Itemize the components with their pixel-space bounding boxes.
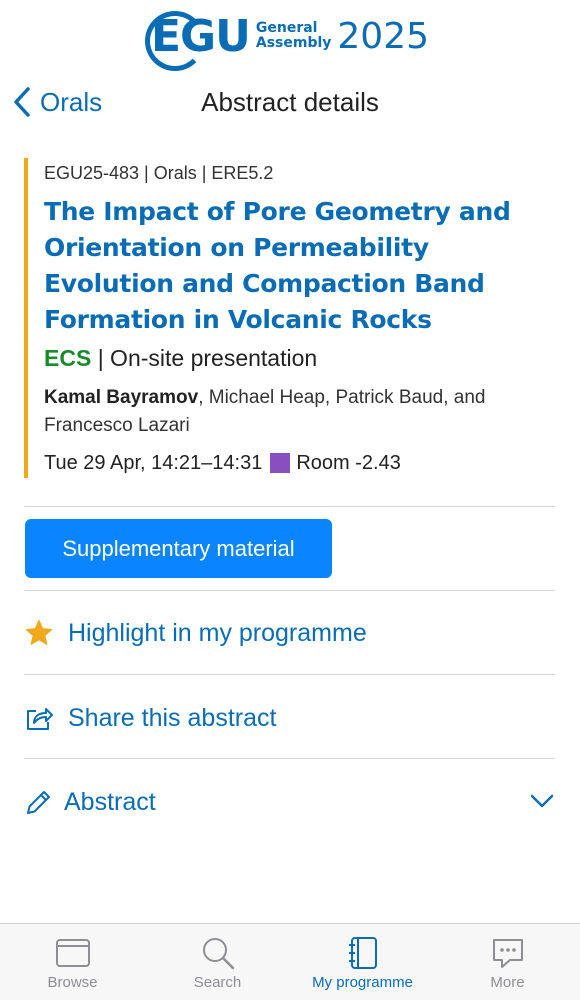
- tab-my-programme[interactable]: My programme: [290, 924, 435, 1000]
- tab-label: Browse: [47, 974, 98, 991]
- highlight-label: Highlight in my programme: [68, 618, 367, 647]
- highlight-button[interactable]: Highlight in my programme: [24, 603, 555, 663]
- ecs-badge: ECS: [44, 345, 92, 371]
- divider: [24, 674, 555, 675]
- divider: [24, 506, 555, 507]
- abstract-label: Abstract: [64, 787, 156, 816]
- presentation-label: | On-site presentation: [97, 345, 318, 371]
- abstract-meta: EGU25-483 | Orals | ERE5.2: [44, 163, 274, 183]
- tab-more[interactable]: More: [435, 924, 580, 1000]
- room-color-swatch: [270, 453, 291, 473]
- lead-author: Kamal Bayramov: [44, 387, 199, 408]
- logo-egu-text: EGU: [144, 10, 251, 71]
- share-label: Share this abstract: [68, 703, 277, 732]
- star-icon: [24, 618, 54, 648]
- logo-ring-icon: [144, 10, 205, 71]
- time-label: Tue 29 Apr, 14:21–14:31: [44, 452, 263, 474]
- supplementary-material-button[interactable]: Supplementary material: [25, 519, 332, 578]
- room-label: Room -2.43: [296, 452, 401, 474]
- egu-logo: EGU General Assembly 2025: [0, 2, 580, 71]
- tab-search[interactable]: Search: [145, 924, 290, 1000]
- share-button[interactable]: Share this abstract: [24, 688, 555, 748]
- chevron-down-icon: [530, 794, 554, 808]
- tab-label: More: [490, 974, 525, 991]
- divider: [24, 590, 555, 591]
- browser-window-icon: [55, 939, 90, 967]
- chat-bubble-icon: [492, 939, 523, 968]
- pencil-icon: [24, 787, 54, 817]
- logo-subtitle: General Assembly: [255, 20, 332, 51]
- notebook-icon: [348, 937, 377, 969]
- back-label: Orals: [40, 86, 103, 117]
- abstract-info: EGU25-483 | Orals | ERE5.2 The Impact of…: [24, 158, 554, 478]
- logo-year: 2025: [337, 15, 430, 57]
- search-icon: [202, 938, 234, 970]
- tab-bar: Browse Search My programme More: [0, 923, 580, 1000]
- tab-label: My programme: [312, 974, 413, 991]
- authors: Kamal Bayramov, Michael Heap, Patrick Ba…: [44, 384, 554, 440]
- divider: [24, 758, 555, 759]
- back-button[interactable]: Orals: [12, 82, 102, 122]
- session-time: Tue 29 Apr, 14:21–14:31 Room -2.43: [44, 448, 554, 478]
- chevron-left-icon: [14, 87, 30, 117]
- abstract-toggle[interactable]: Abstract: [24, 772, 555, 832]
- tab-browse[interactable]: Browse: [0, 924, 145, 1000]
- share-icon: [24, 703, 54, 733]
- navigation-bar: Abstract details Orals: [0, 82, 580, 122]
- tab-label: Search: [193, 974, 242, 991]
- abstract-title: The Impact of Pore Geometry and Orientat…: [44, 197, 511, 334]
- presentation-type: ECS | On-site presentation: [44, 340, 554, 376]
